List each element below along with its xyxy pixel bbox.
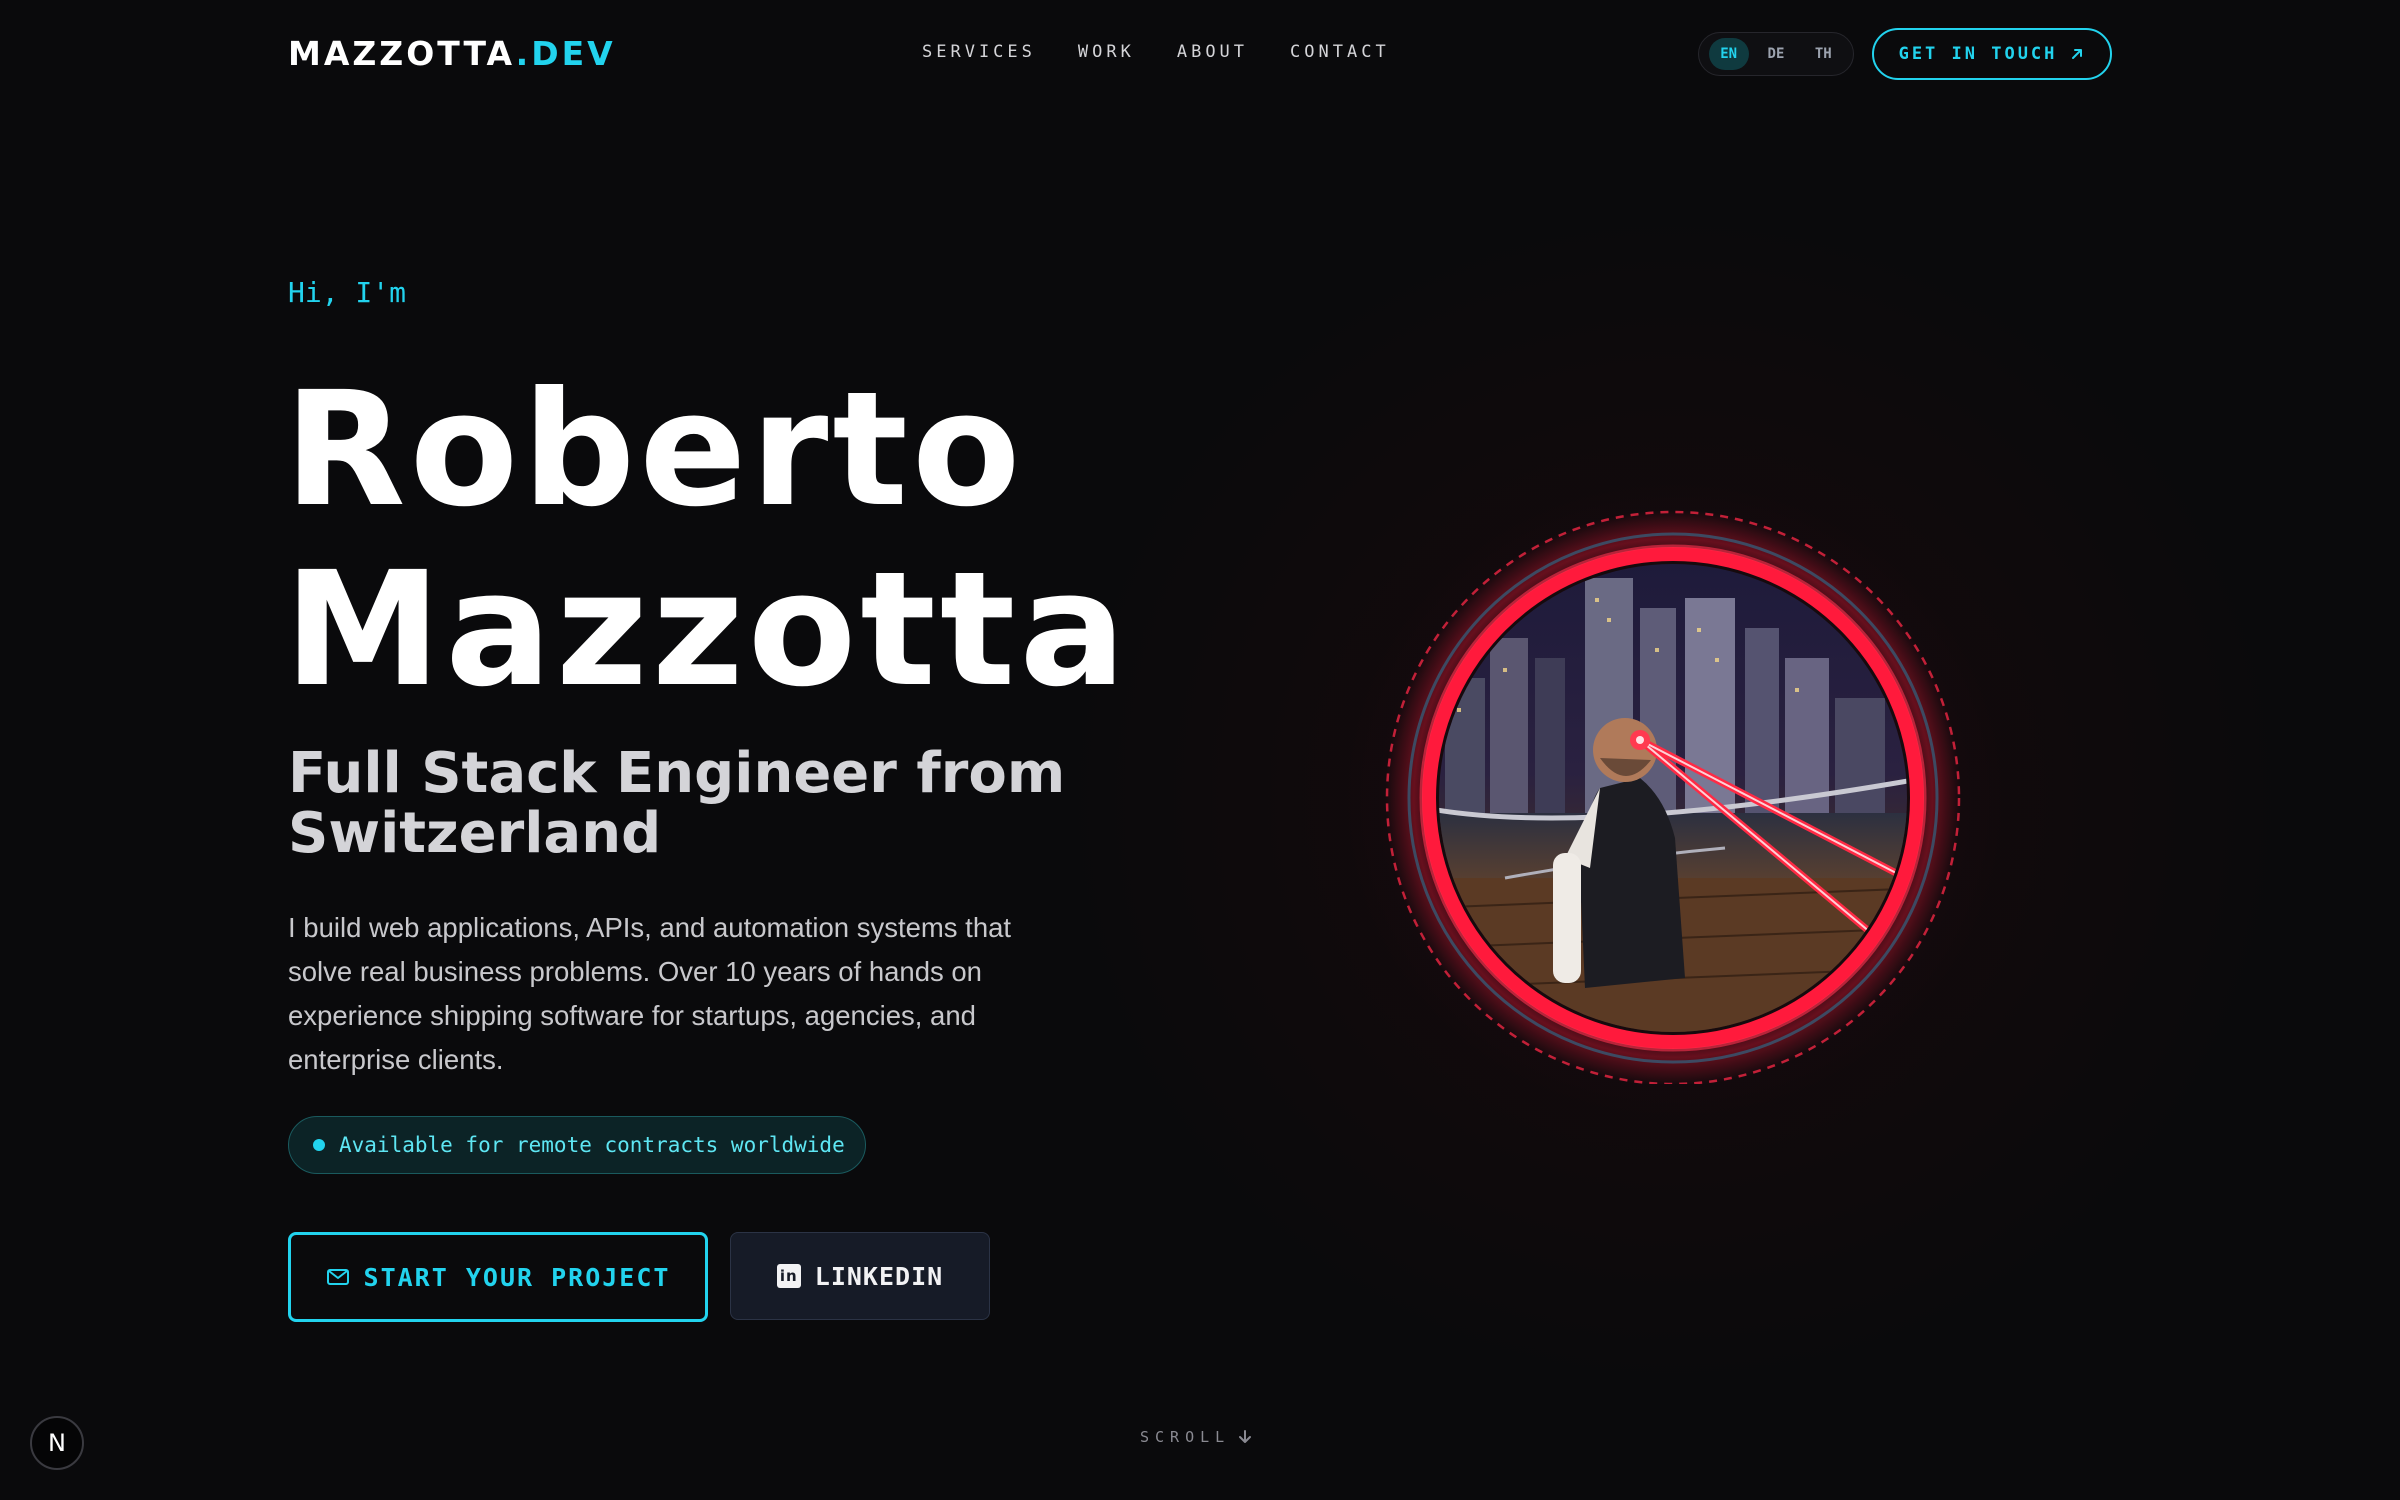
availability-text: Available for remote contracts worldwide [339,1133,845,1157]
hero-description: I build web applications, APIs, and auto… [288,912,1012,1075]
language-th-button[interactable]: TH [1803,38,1843,70]
get-in-touch-label: GET IN TOUCH [1898,44,2058,64]
arrow-down-icon [1239,1430,1252,1443]
get-in-touch-button[interactable]: GET IN TOUCH [1872,28,2112,80]
start-project-button[interactable]: START YOUR PROJECT [288,1232,708,1322]
mail-icon [326,1269,349,1285]
arrow-up-right-icon [2072,49,2083,59]
site-logo[interactable]: MAZZOTTA.DEV [288,34,616,73]
logo-text: MAZZOTTA [288,34,516,73]
hero-name-last: Mazzotta [284,538,1130,722]
language-switcher: EN DE TH [1698,32,1854,76]
logo-accent-text: .DEV [515,34,616,73]
status-dot-icon [313,1139,325,1151]
hero-role: Full Stack Engineer from Switzerland [288,741,1066,866]
linkedin-label: LINKEDIN [814,1261,944,1291]
linkedin-button[interactable]: in LINKEDIN [730,1232,990,1320]
language-en-button[interactable]: EN [1708,38,1749,70]
dev-tools-badge[interactable]: N [30,1416,84,1470]
scroll-indicator[interactable]: SCROLL [1140,1428,1252,1446]
language-de-button[interactable]: DE [1756,38,1796,70]
nav-link-services[interactable]: SERVICES [922,42,1036,62]
nav-links: SERVICES WORK ABOUT CONTACT [922,42,1432,62]
hero-name: Roberto Mazzotta [284,360,1130,720]
hero-name-first: Roberto [284,358,1025,542]
top-navigation: MAZZOTTA.DEV SERVICES WORK ABOUT CONTACT… [0,0,2400,108]
nav-link-about[interactable]: ABOUT [1177,42,1248,62]
hero-greeting: Hi, I'm [288,276,407,309]
nav-link-contact[interactable]: CONTACT [1290,42,1390,62]
start-project-label: START YOUR PROJECT [363,1262,671,1292]
nav-link-work[interactable]: WORK [1078,42,1135,62]
linkedin-icon: in [776,1264,801,1288]
scroll-label: SCROLL [1140,1428,1231,1446]
availability-badge: Available for remote contracts worldwide [288,1116,866,1174]
portrait-avatar [1385,510,1961,1084]
